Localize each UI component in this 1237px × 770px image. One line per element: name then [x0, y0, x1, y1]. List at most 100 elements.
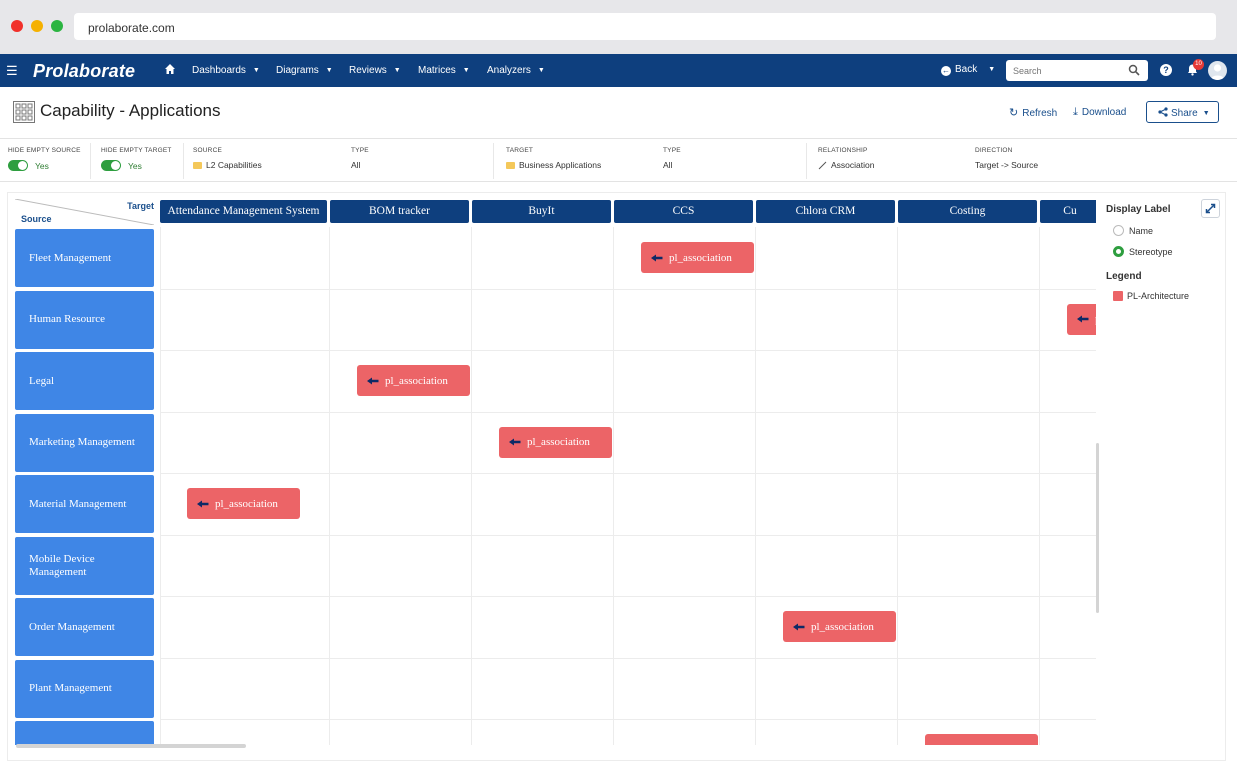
top-navbar: ☰ Prolaborate Dashboards ▼ Diagrams ▼ Revi…: [0, 54, 1237, 87]
relationship-chip[interactable]: pl_association: [1067, 303, 1096, 335]
filter-target-type[interactable]: TYPE All: [663, 147, 681, 170]
refresh-button[interactable]: ↻ Refresh: [1009, 106, 1057, 119]
share-button[interactable]: Share ▼: [1146, 101, 1219, 123]
search-icon[interactable]: [1128, 64, 1140, 76]
divider: [183, 143, 184, 179]
filter-label: RELATIONSHIP: [818, 147, 868, 154]
filter-source[interactable]: SOURCE L2 Capabilities: [193, 147, 262, 170]
chevron-down-icon: ▼: [988, 66, 996, 73]
minimize-window-icon[interactable]: [31, 20, 43, 32]
corner-source-label: Source: [21, 214, 52, 224]
filter-value: All: [663, 160, 673, 170]
hamburger-menu-icon[interactable]: ☰: [6, 63, 18, 79]
close-window-icon[interactable]: [11, 20, 23, 32]
column-header[interactable]: CCS: [614, 200, 753, 223]
divider: [806, 143, 807, 179]
column-header[interactable]: BOM tracker: [330, 200, 469, 223]
back-label: Back: [955, 64, 978, 75]
grid-row-divider: [160, 534, 1096, 536]
nav-matrices[interactable]: Matrices ▼: [418, 65, 470, 76]
row-header[interactable]: Legal: [15, 352, 154, 410]
row-header[interactable]: Human Resource: [15, 290, 154, 349]
nav-analyzers[interactable]: Analyzers ▼: [487, 65, 545, 76]
nav-matrices-label: Matrices: [418, 65, 456, 76]
expand-icon: [1205, 203, 1216, 214]
back-button[interactable]: ← Back ▼: [941, 64, 995, 76]
grid-column-divider: [329, 227, 330, 745]
column-header[interactable]: BuyIt: [472, 200, 611, 223]
grid-row-divider: [160, 596, 1096, 597]
filter-relationship[interactable]: RELATIONSHIP Association: [818, 147, 874, 170]
name-radio[interactable]: [1113, 225, 1124, 236]
avatar[interactable]: [1208, 61, 1227, 80]
matrix-grid[interactable]: Target Source Attendance Management Syst…: [8, 193, 1096, 745]
grid-column-divider: [471, 227, 472, 745]
filter-value: Association: [831, 160, 875, 170]
refresh-icon: ↻: [1009, 107, 1019, 119]
expand-button[interactable]: [1201, 199, 1220, 218]
address-bar[interactable]: prolaborate.com: [74, 13, 1216, 40]
nav-dashboards[interactable]: Dashboards ▼: [192, 65, 260, 76]
grid-column-divider: [1039, 227, 1040, 745]
hide-empty-source-toggle[interactable]: [8, 160, 28, 171]
grid-column-divider: [897, 227, 898, 745]
horizontal-scrollbar[interactable]: [16, 744, 246, 748]
hide-empty-target-toggle[interactable]: [101, 160, 121, 171]
display-label-heading: Display Label: [1106, 204, 1171, 215]
nav-reviews-label: Reviews: [349, 65, 387, 76]
filter-direction[interactable]: DIRECTION Target -> Source: [975, 147, 1038, 170]
download-button[interactable]: ⤓ Download: [1073, 106, 1126, 119]
filter-label: DIRECTION: [975, 147, 1013, 154]
row-header[interactable]: [15, 721, 154, 745]
row-header[interactable]: Material Management: [15, 475, 154, 533]
maximize-window-icon[interactable]: [51, 20, 63, 32]
relationship-chip[interactable]: pl_association: [187, 488, 300, 519]
filter-hide-empty-source[interactable]: HIDE EMPTY SOURCE Yes: [8, 147, 81, 171]
relationship-chip[interactable]: pl_association: [357, 365, 470, 396]
relationship-chip[interactable]: pl_association: [641, 242, 754, 273]
relationship-chip-label: pl_association: [385, 374, 448, 387]
arrow-left-icon: [651, 254, 663, 261]
relationship-chip-label: pl_association: [811, 620, 874, 633]
row-header[interactable]: Marketing Management: [15, 413, 154, 472]
help-icon[interactable]: ?: [1160, 64, 1172, 76]
column-header[interactable]: Chlora CRM: [756, 200, 895, 223]
folder-icon: [506, 161, 515, 169]
download-icon: ⤓: [1073, 106, 1078, 118]
relationship-chip[interactable]: pl_association: [499, 426, 612, 458]
nav-reviews[interactable]: Reviews ▼: [349, 65, 401, 76]
row-header[interactable]: Order Management: [15, 598, 154, 656]
relationship-chip-label: pl_association: [527, 436, 590, 448]
filter-hide-empty-target[interactable]: HIDE EMPTY TARGET Yes: [101, 147, 172, 171]
share-icon: [1158, 107, 1168, 117]
vertical-scrollbar[interactable]: [1096, 443, 1099, 613]
row-header[interactable]: Plant Management: [15, 659, 154, 718]
column-header[interactable]: Cu: [1040, 200, 1096, 223]
row-header[interactable]: Fleet Management: [15, 229, 154, 287]
column-header[interactable]: Costing: [898, 200, 1037, 223]
search-box[interactable]: [1006, 60, 1148, 81]
column-header[interactable]: Attendance Management System: [160, 200, 327, 223]
filter-target[interactable]: TARGET Business Applications: [506, 147, 601, 170]
filter-bar: HIDE EMPTY SOURCE Yes HIDE EMPTY TARGET …: [0, 138, 1237, 182]
matrix-icon: [13, 101, 35, 123]
home-icon[interactable]: [164, 63, 176, 75]
row-header[interactable]: Mobile Device Management: [15, 536, 154, 595]
relationship-chip[interactable]: [925, 734, 1038, 745]
stereotype-radio[interactable]: [1113, 246, 1124, 257]
grid-column-divider: [755, 227, 756, 745]
filter-value: All: [351, 160, 361, 170]
grid-row-divider: [160, 411, 1096, 413]
relationship-chip[interactable]: pl_association: [783, 611, 896, 642]
brand-logo[interactable]: Prolaborate: [33, 61, 135, 82]
nav-diagrams[interactable]: Diagrams ▼: [276, 65, 333, 76]
search-input[interactable]: [1013, 61, 1123, 80]
name-radio-label: Name: [1129, 226, 1154, 236]
filter-value: Target -> Source: [975, 160, 1039, 170]
nav-diagrams-label: Diagrams: [276, 65, 319, 76]
back-arrow-icon: ←: [941, 66, 951, 76]
nav-dashboards-label: Dashboards: [192, 65, 246, 76]
corner-target-label: Target: [127, 201, 154, 211]
grid-row-divider: [160, 473, 1096, 474]
filter-source-type[interactable]: TYPE All: [351, 147, 369, 170]
